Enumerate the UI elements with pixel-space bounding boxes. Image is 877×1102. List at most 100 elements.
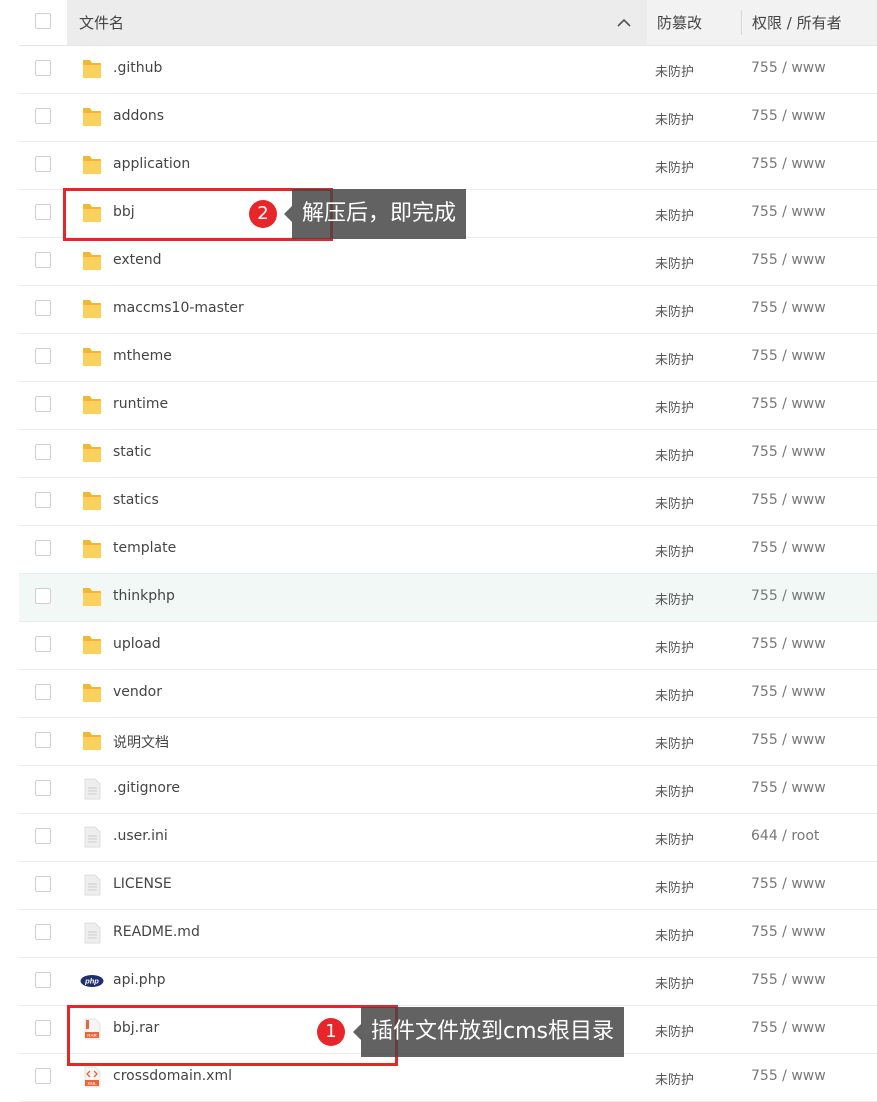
permission-owner[interactable]: 755 / www — [751, 444, 826, 460]
table-row[interactable]: extend 未防护 755 / www — [19, 238, 877, 286]
protection-status[interactable]: 未防护 — [655, 589, 694, 608]
permission-owner[interactable]: 755 / www — [751, 732, 826, 748]
file-name[interactable]: api.php — [113, 972, 165, 988]
row-checkbox[interactable] — [35, 1068, 51, 1084]
protection-status[interactable]: 未防护 — [655, 685, 694, 704]
row-checkbox[interactable] — [35, 636, 51, 652]
table-row[interactable]: maccms10-master 未防护 755 / www — [19, 286, 877, 334]
table-row[interactable]: addons 未防护 755 / www — [19, 94, 877, 142]
row-checkbox[interactable] — [35, 348, 51, 364]
select-all-checkbox[interactable] — [35, 13, 51, 29]
row-checkbox[interactable] — [35, 876, 51, 892]
protection-status[interactable]: 未防护 — [655, 829, 694, 848]
table-row[interactable]: .github 未防护 755 / www — [19, 46, 877, 94]
permission-owner[interactable]: 755 / www — [751, 540, 826, 556]
permission-owner[interactable]: 755 / www — [751, 252, 826, 268]
permission-owner[interactable]: 755 / www — [751, 108, 826, 124]
file-name[interactable]: maccms10-master — [113, 300, 244, 316]
protection-status[interactable]: 未防护 — [655, 445, 694, 464]
file-name[interactable]: .github — [113, 60, 162, 76]
permission-owner[interactable]: 755 / www — [751, 396, 826, 412]
row-checkbox[interactable] — [35, 588, 51, 604]
permission-owner[interactable]: 755 / www — [751, 204, 826, 220]
permission-owner[interactable]: 755 / www — [751, 156, 826, 172]
table-row[interactable]: static 未防护 755 / www — [19, 430, 877, 478]
protection-status[interactable]: 未防护 — [655, 109, 694, 128]
table-row[interactable]: runtime 未防护 755 / www — [19, 382, 877, 430]
file-name[interactable]: mtheme — [113, 348, 172, 364]
permission-owner[interactable]: 644 / root — [751, 828, 819, 844]
table-row[interactable]: upload 未防护 755 / www — [19, 622, 877, 670]
protection-status[interactable]: 未防护 — [655, 253, 694, 272]
file-name[interactable]: 说明文档 — [113, 732, 169, 752]
table-row[interactable]: thinkphp 未防护 755 / www — [19, 574, 877, 622]
sort-chevron-up-icon[interactable] — [615, 14, 633, 32]
row-checkbox[interactable] — [35, 684, 51, 700]
protection-status[interactable]: 未防护 — [655, 637, 694, 656]
table-row[interactable]: vendor 未防护 755 / www — [19, 670, 877, 718]
protection-status[interactable]: 未防护 — [655, 397, 694, 416]
row-checkbox[interactable] — [35, 924, 51, 940]
permission-owner[interactable]: 755 / www — [751, 300, 826, 316]
file-name[interactable]: application — [113, 156, 190, 172]
file-name[interactable]: upload — [113, 636, 161, 652]
file-name[interactable]: template — [113, 540, 176, 556]
protection-status[interactable]: 未防护 — [655, 1069, 694, 1088]
protection-status[interactable]: 未防护 — [655, 733, 694, 752]
permission-owner[interactable]: 755 / www — [751, 684, 826, 700]
file-name[interactable]: static — [113, 444, 151, 460]
permission-owner[interactable]: 755 / www — [751, 348, 826, 364]
file-name[interactable]: thinkphp — [113, 588, 175, 604]
permission-owner[interactable]: 755 / www — [751, 1020, 826, 1036]
table-row[interactable]: .user.ini 未防护 644 / root — [19, 814, 877, 862]
row-checkbox[interactable] — [35, 204, 51, 220]
protection-status[interactable]: 未防护 — [655, 301, 694, 320]
file-name[interactable]: README.md — [113, 924, 200, 940]
protection-status[interactable]: 未防护 — [655, 493, 694, 512]
row-checkbox[interactable] — [35, 1020, 51, 1036]
row-checkbox[interactable] — [35, 156, 51, 172]
protection-status[interactable]: 未防护 — [655, 877, 694, 896]
row-checkbox[interactable] — [35, 972, 51, 988]
permission-owner[interactable]: 755 / www — [751, 1068, 826, 1084]
permission-owner[interactable]: 755 / www — [751, 876, 826, 892]
row-checkbox[interactable] — [35, 540, 51, 556]
permission-owner[interactable]: 755 / www — [751, 924, 826, 940]
table-row[interactable]: template 未防护 755 / www — [19, 526, 877, 574]
permission-owner[interactable]: 755 / www — [751, 780, 826, 796]
file-name[interactable]: runtime — [113, 396, 168, 412]
row-checkbox[interactable] — [35, 300, 51, 316]
name-column-header[interactable]: 文件名 — [67, 0, 647, 45]
table-row[interactable]: mtheme 未防护 755 / www — [19, 334, 877, 382]
protection-status[interactable]: 未防护 — [655, 61, 694, 80]
permission-owner[interactable]: 755 / www — [751, 972, 826, 988]
protection-status[interactable]: 未防护 — [655, 925, 694, 944]
permission-owner[interactable]: 755 / www — [751, 60, 826, 76]
permission-owner[interactable]: 755 / www — [751, 588, 826, 604]
file-name[interactable]: LICENSE — [113, 876, 172, 892]
file-name[interactable]: addons — [113, 108, 164, 124]
file-name[interactable]: extend — [113, 252, 162, 268]
row-checkbox[interactable] — [35, 828, 51, 844]
protection-status[interactable]: 未防护 — [655, 973, 694, 992]
permission-owner[interactable]: 755 / www — [751, 492, 826, 508]
table-row[interactable]: php api.php 未防护 755 / www — [19, 958, 877, 1006]
row-checkbox[interactable] — [35, 732, 51, 748]
file-name[interactable]: statics — [113, 492, 159, 508]
protection-status[interactable]: 未防护 — [655, 1021, 694, 1040]
file-name[interactable]: .gitignore — [113, 780, 180, 796]
row-checkbox[interactable] — [35, 396, 51, 412]
row-checkbox[interactable] — [35, 444, 51, 460]
row-checkbox[interactable] — [35, 492, 51, 508]
table-row[interactable]: LICENSE 未防护 755 / www — [19, 862, 877, 910]
protection-status[interactable]: 未防护 — [655, 541, 694, 560]
file-name[interactable]: crossdomain.xml — [113, 1068, 232, 1084]
protection-status[interactable]: 未防护 — [655, 205, 694, 224]
table-row[interactable]: application 未防护 755 / www — [19, 142, 877, 190]
row-checkbox[interactable] — [35, 108, 51, 124]
table-row[interactable]: statics 未防护 755 / www — [19, 478, 877, 526]
table-row[interactable]: 说明文档 未防护 755 / www — [19, 718, 877, 766]
permission-owner[interactable]: 755 / www — [751, 636, 826, 652]
table-row[interactable]: README.md 未防护 755 / www — [19, 910, 877, 958]
file-name[interactable]: vendor — [113, 684, 162, 700]
